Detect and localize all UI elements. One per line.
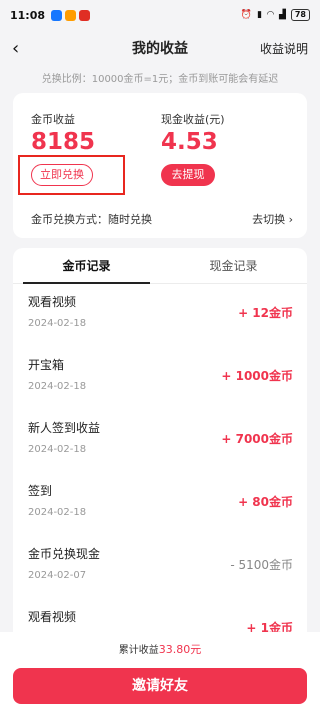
nav-bar: ‹ 我的收益 收益说明 <box>0 30 320 66</box>
exchange-mode-row: 金币兑换方式：随时兑换 去切换 › <box>31 211 293 227</box>
total-earnings: 累计收益33.80元 <box>0 641 320 657</box>
coin-earnings-value: 8185 <box>31 129 96 155</box>
list-item: 新人签到收益 2024-02-18 + 7000金币 <box>13 410 307 473</box>
coin-earnings-label: 金币收益 <box>31 113 75 126</box>
list-item: 观看视频 2024-02-18 + 12金币 <box>13 284 307 347</box>
wifi-icon: ◠ <box>267 10 274 20</box>
alarm-icon: ⏰ <box>240 10 253 20</box>
records-card: 金币记录 现金记录 观看视频 2024-02-18 + 12金币 开宝箱 202… <box>13 248 307 648</box>
alipay-icon <box>51 9 63 21</box>
cash-earnings-value: 4.53 <box>161 129 218 155</box>
total-earnings-value: 33.80元 <box>158 643 202 656</box>
battery-icon: 78 <box>290 9 310 21</box>
list-item: 签到 2024-02-18 + 80金币 <box>13 473 307 536</box>
list-item: 金币兑换现金 2024-02-07 - 5100金币 <box>13 536 307 599</box>
status-time: 11:08 <box>10 8 46 22</box>
total-earnings-label: 累计收益 <box>118 645 159 656</box>
cellular-icon: ▟ <box>278 10 286 20</box>
exchange-notice: 兑换比例：10000金币=1元；金币到账可能会有延迟 <box>41 74 279 85</box>
pinduoduo-icon <box>79 9 91 21</box>
record-amount: + 7000金币 <box>221 432 293 446</box>
record-amount: + 1000金币 <box>221 369 293 383</box>
record-amount: + 80金币 <box>238 495 293 509</box>
back-icon[interactable]: ‹ <box>12 38 42 59</box>
taobao-icon <box>65 9 77 21</box>
cash-earnings-label: 现金收益(元) <box>161 113 225 126</box>
status-indicators: ⏰ ▮ ◠ ▟ 78 <box>241 9 310 21</box>
exchange-mode-label: 金币兑换方式：随时兑换 <box>31 213 152 226</box>
records-tabs: 金币记录 现金记录 <box>13 248 307 284</box>
tab-cash-records[interactable]: 现金记录 <box>160 248 307 283</box>
cash-earnings: 现金收益(元) 4.53 <box>161 111 225 155</box>
invite-friends-button[interactable]: 邀请好友 <box>13 668 307 704</box>
record-amount: - 5100金币 <box>230 558 293 572</box>
withdraw-button[interactable]: 去提现 <box>161 164 215 186</box>
status-bar: 11:08 ⏰ ▮ ◠ ▟ 78 <box>0 0 320 30</box>
record-amount: + 12金币 <box>238 306 293 320</box>
list-item: 开宝箱 2024-02-18 + 1000金币 <box>13 347 307 410</box>
coin-earnings: 金币收益 8185 <box>31 111 95 155</box>
exchange-now-button[interactable]: 立即兑换 <box>31 164 93 186</box>
tab-coin-records[interactable]: 金币记录 <box>13 248 160 284</box>
records-list: 观看视频 2024-02-18 + 12金币 开宝箱 2024-02-18 + … <box>13 284 307 648</box>
earnings-help-link[interactable]: 收益说明 <box>260 40 308 57</box>
earnings-card: 金币收益 8185 现金收益(元) 4.53 立即兑换 去提现 金币兑换方式：随… <box>13 93 307 238</box>
switch-mode-link[interactable]: 去切换 › <box>252 211 293 227</box>
bottom-panel: 累计收益33.80元 邀请好友 <box>0 632 320 715</box>
signal-icon: ▮ <box>257 10 263 20</box>
